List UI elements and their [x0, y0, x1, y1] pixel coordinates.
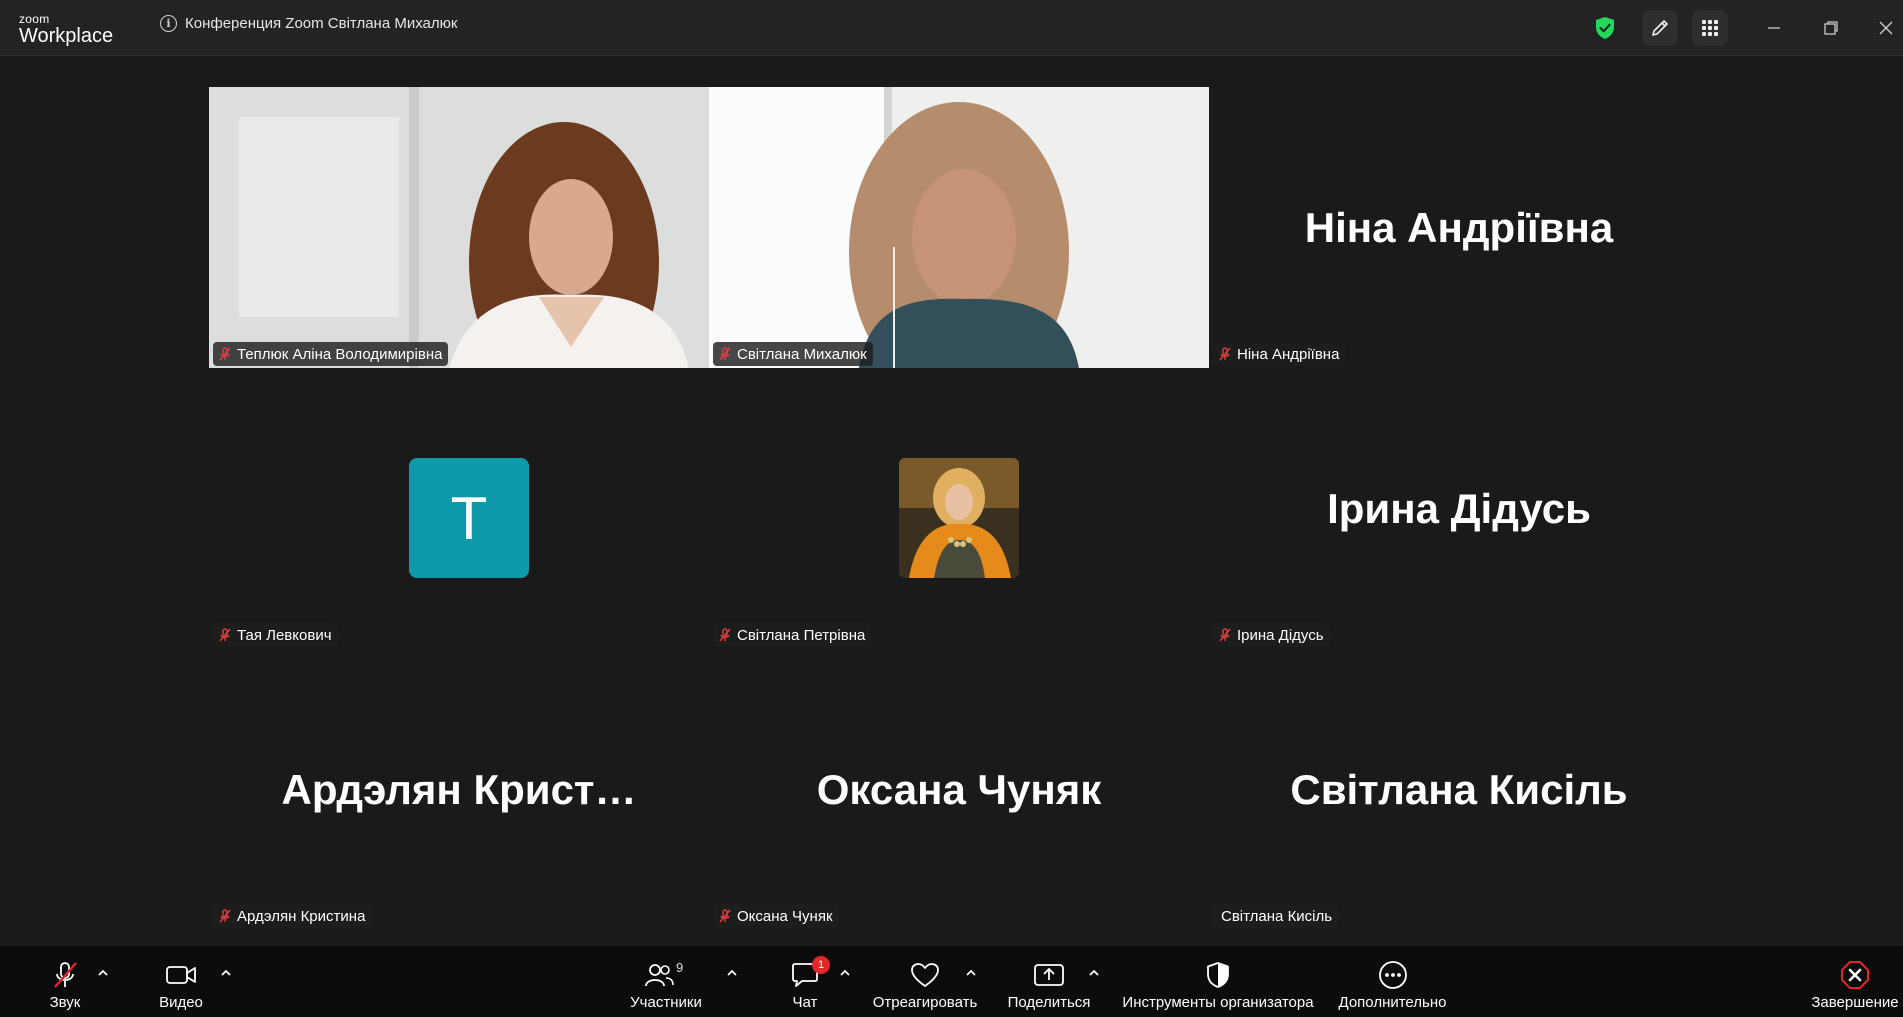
chat-button[interactable]: 1 Чат	[785, 946, 830, 1017]
participant-name: Світлана Кисіль	[1221, 907, 1333, 925]
mic-muted-icon	[1219, 347, 1231, 361]
react-label: Отреагировать	[872, 994, 978, 1011]
end-label: Завершение	[1811, 994, 1899, 1011]
zoom-logo: zoom Workplace	[19, 13, 113, 46]
camera-icon	[165, 960, 197, 990]
participant-video	[209, 87, 709, 368]
more-icon	[1378, 960, 1408, 990]
participant-name: Теплюк Аліна Володимирівна	[237, 345, 443, 363]
participant-tile[interactable]: Світлана Петрівна	[709, 368, 1209, 649]
video-options-caret[interactable]	[219, 966, 233, 980]
mic-muted-icon	[1219, 628, 1231, 642]
info-icon[interactable]: i	[160, 15, 177, 32]
share-label: Поделиться	[1007, 994, 1091, 1011]
share-screen-button[interactable]: Поделиться	[1004, 946, 1094, 1017]
title-bar: zoom Workplace i Конференция Zoom Світла…	[0, 0, 1903, 56]
participants-label: Участники	[630, 994, 702, 1011]
minimize-icon[interactable]	[1756, 10, 1792, 46]
mic-muted-icon	[219, 628, 231, 642]
participant-video	[709, 87, 1209, 368]
participants-button[interactable]: 9 Участники	[626, 946, 706, 1017]
chat-icon: 1	[790, 956, 830, 990]
participant-name: Світлана Петрівна	[737, 626, 866, 644]
participants-options-caret[interactable]	[725, 966, 739, 980]
meeting-title: Конференция Zoom Світлана Михалюк	[185, 15, 458, 32]
chat-options-caret[interactable]	[838, 966, 852, 980]
host-tools-button[interactable]: Инструменты организатора	[1118, 946, 1318, 1017]
participant-tile[interactable]: Ніна Андріївна Ніна Андріївна	[1209, 87, 1709, 368]
react-button[interactable]: Отреагировать	[870, 946, 980, 1017]
heart-icon	[910, 960, 940, 990]
more-label: Дополнительно	[1338, 994, 1447, 1011]
people-icon: 9	[644, 960, 688, 990]
participant-name: Тая Левкович	[237, 626, 332, 644]
participant-tile[interactable]: Світлана Кисіль Світлана Кисіль	[1209, 649, 1709, 930]
shield-icon	[1205, 960, 1231, 990]
mic-muted-icon	[219, 347, 231, 361]
share-options-caret[interactable]	[1087, 966, 1101, 980]
chat-label: Чат	[792, 994, 818, 1011]
participant-tile[interactable]: Ірина Дідусь Ірина Дідусь	[1209, 368, 1709, 649]
participant-display-name: Світлана Кисіль	[1290, 765, 1628, 813]
end-icon	[1840, 960, 1870, 990]
participant-name-tag: Світлана Кисіль	[1213, 904, 1339, 928]
video-button[interactable]: Видео	[155, 946, 207, 1017]
mic-muted-icon	[719, 347, 731, 361]
encryption-shield-icon[interactable]	[1587, 10, 1623, 46]
video-label: Видео	[159, 994, 203, 1011]
meeting-info[interactable]: i Конференция Zoom Світлана Михалюк	[160, 15, 457, 32]
mic-muted-icon	[719, 628, 731, 642]
close-icon[interactable]	[1868, 10, 1903, 46]
more-button[interactable]: Дополнительно	[1335, 946, 1450, 1017]
avatar: T	[409, 458, 529, 578]
participant-name: Ардэлян Кристина	[237, 907, 366, 925]
logo-zoom-text: zoom	[19, 12, 50, 26]
participant-tile[interactable]: Оксана Чуняк Оксана Чуняк	[709, 649, 1209, 930]
host-tools-label: Инструменты организатора	[1122, 994, 1314, 1011]
participant-name: Ірина Дідусь	[1237, 626, 1324, 644]
share-screen-icon	[1033, 960, 1065, 990]
audio-options-caret[interactable]	[96, 966, 110, 980]
apps-grid-icon[interactable]	[1692, 10, 1728, 46]
participant-name-tag: Ардэлян Кристина	[213, 904, 372, 928]
participant-display-name: Ірина Дідусь	[1327, 484, 1591, 532]
participant-name: Ніна Андріївна	[1237, 345, 1340, 363]
audio-label: Звук	[49, 994, 81, 1011]
end-meeting-button[interactable]: Завершение	[1809, 946, 1901, 1017]
logo-workplace-text: Workplace	[19, 25, 114, 47]
annotate-pencil-icon[interactable]	[1642, 10, 1678, 46]
mic-muted-icon	[50, 960, 80, 990]
react-options-caret[interactable]	[964, 966, 978, 980]
mic-muted-icon	[219, 909, 231, 923]
participant-name-tag: Ірина Дідусь	[1213, 623, 1330, 647]
avatar-photo	[899, 458, 1019, 578]
mic-muted-icon	[719, 909, 731, 923]
participant-name-tag: Світлана Михалюк	[713, 342, 873, 366]
participant-name-tag: Ніна Андріївна	[1213, 342, 1346, 366]
participant-tile[interactable]: T Тая Левкович	[209, 368, 709, 649]
participant-name-tag: Теплюк Аліна Володимирівна	[213, 342, 449, 366]
restore-icon[interactable]	[1813, 10, 1849, 46]
participant-display-name: Ніна Андріївна	[1304, 203, 1614, 251]
participant-name-tag: Тая Левкович	[213, 623, 338, 647]
participant-tile[interactable]: Ардэлян Крист… Ардэлян Кристина	[209, 649, 709, 930]
gallery-view: Теплюк Аліна Володимирівна Світлана Миха…	[0, 56, 1903, 946]
participant-name: Оксана Чуняк	[737, 907, 833, 925]
participant-tile[interactable]: Теплюк Аліна Володимирівна	[209, 87, 709, 368]
audio-button[interactable]: Звук	[40, 946, 90, 1017]
participants-count: 9	[676, 960, 684, 975]
participant-name-tag: Оксана Чуняк	[713, 904, 839, 928]
chat-unread-badge: 1	[812, 956, 830, 974]
participant-tile-active-speaker[interactable]: Світлана Михалюк	[709, 87, 1209, 368]
meeting-controls-toolbar: Звук Видео 9 Участники 1 Чат Отреагирова…	[0, 946, 1903, 1017]
participant-display-name: Оксана Чуняк	[816, 765, 1102, 813]
participant-name: Світлана Михалюк	[737, 345, 867, 363]
participant-name-tag: Світлана Петрівна	[713, 623, 872, 647]
participant-display-name: Ардэлян Крист…	[281, 765, 637, 813]
